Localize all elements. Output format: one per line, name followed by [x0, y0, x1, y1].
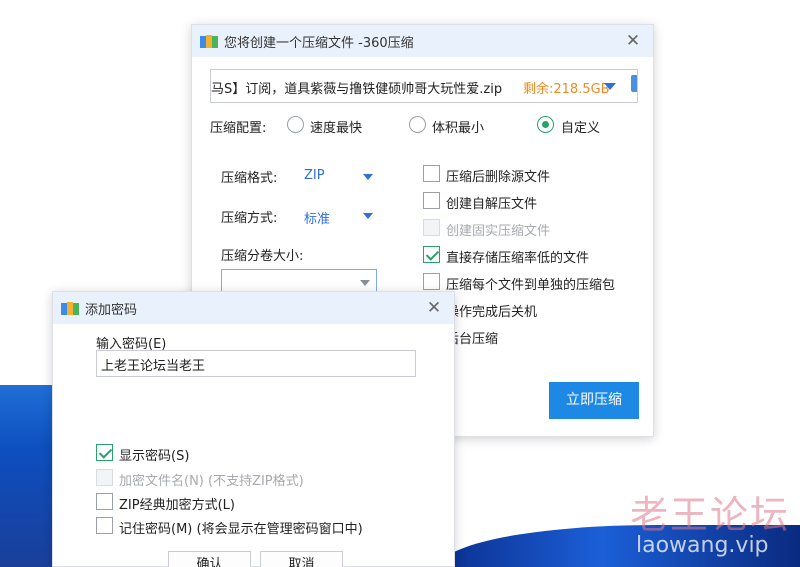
- delete-source-checkbox[interactable]: [423, 165, 440, 182]
- chevron-down-icon[interactable]: [360, 280, 370, 286]
- cancel-button[interactable]: 取消: [260, 551, 343, 567]
- separate-archives-checkbox[interactable]: [423, 273, 440, 290]
- preset-custom-label[interactable]: 自定义: [561, 117, 600, 136]
- dialog-title: 添加密码: [85, 302, 138, 318]
- output-path-field[interactable]: 马S】订阅，道具紫薇与撸铁健硕帅哥大玩性爱.zip 剩余:218.5GB: [210, 69, 638, 103]
- free-space-label: 剩余:218.5GB: [523, 82, 610, 97]
- remember-password-label[interactable]: 记住密码(M) (将会显示在管理密码窗口中): [119, 518, 363, 537]
- close-icon[interactable]: ✕: [623, 31, 643, 51]
- shutdown-after-label[interactable]: 操作完成后关机: [446, 301, 537, 320]
- output-path-text: 马S】订阅，道具紫薇与撸铁健硕帅哥大玩性爱.zip: [211, 82, 503, 97]
- preset-custom-radio[interactable]: [537, 116, 554, 133]
- create-sfx-label[interactable]: 创建自解压文件: [446, 193, 537, 212]
- close-icon[interactable]: ✕: [424, 298, 444, 318]
- folder-icon[interactable]: [631, 75, 637, 92]
- watermark-text-cn: 老王论坛: [630, 493, 791, 537]
- format-select[interactable]: ZIP: [304, 168, 325, 183]
- preset-fastest-radio[interactable]: [287, 116, 304, 133]
- encrypt-filenames-checkbox: [96, 469, 113, 486]
- add-password-dialog: 添加密码 ✕ 输入密码(E) 上老王论坛当老王 显示密码(S) 加密文件名(N)…: [52, 291, 455, 567]
- password-input[interactable]: 上老王论坛当老王: [96, 350, 416, 377]
- solid-archive-checkbox: [423, 219, 440, 236]
- store-low-ratio-label[interactable]: 直接存储压缩率低的文件: [446, 247, 589, 266]
- ok-button[interactable]: 确认: [168, 551, 251, 567]
- show-password-label[interactable]: 显示密码(S): [119, 445, 189, 464]
- password-dialog-titlebar[interactable]: 添加密码 ✕: [53, 292, 454, 324]
- method-label: 压缩方式:: [221, 211, 278, 226]
- chevron-down-icon[interactable]: [363, 174, 373, 180]
- chevron-down-icon[interactable]: [363, 213, 373, 219]
- watermark-text-en: laowang.vip: [636, 533, 769, 558]
- chevron-down-icon[interactable]: [604, 83, 616, 90]
- volume-size-label: 压缩分卷大小:: [221, 249, 304, 264]
- app-logo-icon: [200, 33, 218, 49]
- preset-fastest-label[interactable]: 速度最快: [310, 117, 362, 136]
- app-logo-icon: [61, 300, 79, 316]
- remember-password-checkbox[interactable]: [96, 517, 113, 534]
- compress-window-titlebar[interactable]: 您将创建一个压缩文件 -360压缩 ✕: [192, 25, 653, 57]
- separate-archives-label[interactable]: 压缩每个文件到单独的压缩包: [446, 274, 615, 293]
- config-label: 压缩配置:: [210, 121, 267, 136]
- solid-archive-label: 创建固实压缩文件: [446, 224, 551, 239]
- method-select[interactable]: 标准: [304, 208, 330, 227]
- store-low-ratio-checkbox[interactable]: [423, 246, 440, 263]
- show-password-checkbox[interactable]: [96, 444, 113, 461]
- preset-smallest-radio[interactable]: [409, 116, 426, 133]
- zip-classic-encryption-label[interactable]: ZIP经典加密方式(L): [119, 494, 235, 513]
- compress-now-button[interactable]: 立即压缩: [549, 382, 639, 419]
- delete-source-label[interactable]: 压缩后删除源文件: [446, 166, 550, 185]
- preset-smallest-label[interactable]: 体积最小: [432, 117, 484, 136]
- zip-classic-encryption-checkbox[interactable]: [96, 493, 113, 510]
- encrypt-filenames-label: 加密文件名(N) (不支持ZIP格式): [119, 474, 304, 489]
- format-label: 压缩格式:: [221, 171, 278, 186]
- create-sfx-checkbox[interactable]: [423, 192, 440, 209]
- window-title: 您将创建一个压缩文件 -360压缩: [224, 35, 414, 51]
